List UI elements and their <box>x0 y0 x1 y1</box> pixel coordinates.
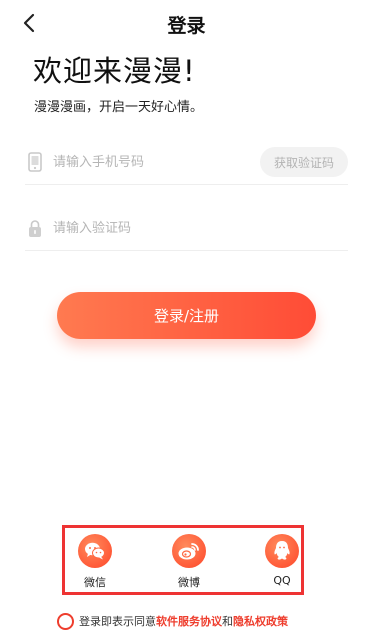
terms-link[interactable]: 软件服务协议 <box>156 613 222 629</box>
agreement-checkbox[interactable] <box>57 612 74 630</box>
phone-field: 获取验证码 <box>25 141 348 185</box>
agreement-row: 登录即表示同意 软件服务协议 和 隐私权政策 <box>57 611 288 631</box>
social-login-panel: 微信 微博 QQ <box>62 525 304 595</box>
code-field <box>25 207 348 251</box>
get-code-button[interactable]: 获取验证码 <box>260 147 348 177</box>
agreement-prefix: 登录即表示同意 <box>79 615 156 628</box>
privacy-policy-link[interactable]: 隐私权政策 <box>233 613 288 629</box>
social-login-wechat[interactable]: 微信 <box>65 534 125 594</box>
page-title: 登录 <box>167 15 206 37</box>
welcome-subtitle: 漫漫漫画，开启一天好心情。 <box>34 100 204 115</box>
welcome-heading: 欢迎来漫漫! <box>33 54 196 88</box>
agreement-and: 和 <box>222 615 233 628</box>
weibo-icon <box>172 534 206 568</box>
qq-icon <box>265 534 299 568</box>
code-input[interactable] <box>53 217 253 239</box>
top-bar: 登录 <box>0 0 373 46</box>
lock-icon <box>29 220 41 237</box>
wechat-icon <box>78 534 112 568</box>
social-login-qq[interactable]: QQ <box>252 534 312 594</box>
login-register-button[interactable]: 登录/注册 <box>57 292 316 339</box>
social-label-weibo: 微博 <box>178 576 200 589</box>
social-label-qq: QQ <box>273 574 291 587</box>
phone-input[interactable] <box>53 151 253 173</box>
phone-icon <box>28 152 42 172</box>
social-label-wechat: 微信 <box>84 576 106 589</box>
social-login-weibo[interactable]: 微博 <box>159 534 219 594</box>
